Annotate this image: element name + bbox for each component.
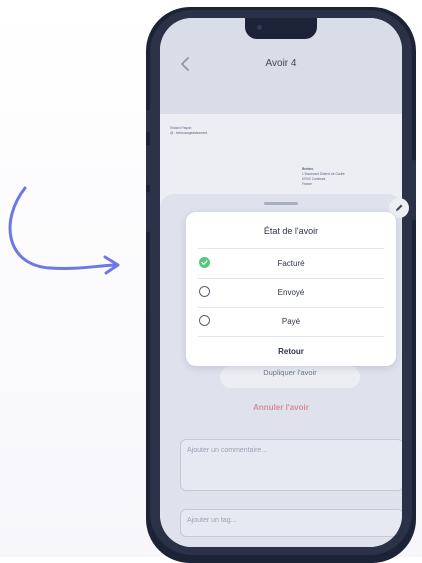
status-option-facture[interactable]: Facturé xyxy=(186,250,396,278)
divider xyxy=(198,248,384,249)
duplicate-button[interactable]: Dupliquer l'avoir xyxy=(220,366,360,388)
sender-line: Sindoni Paquin xyxy=(170,126,192,130)
tag-placeholder: Ajouter un tag... xyxy=(187,517,237,524)
cancel-credit-link[interactable]: Annuler l'avoir xyxy=(160,403,402,412)
back-button[interactable]: Retour xyxy=(186,347,396,356)
status-option-envoye[interactable]: Envoyé xyxy=(186,279,396,307)
option-label: Facturé xyxy=(277,259,305,268)
notch xyxy=(245,18,317,39)
comment-placeholder: Ajouter un commentaire... xyxy=(187,447,268,454)
recipient-line: France xyxy=(302,182,312,186)
phone-button xyxy=(412,160,416,220)
phone-button xyxy=(146,145,150,185)
recipient-line: 67000 Cambrais xyxy=(302,177,326,181)
modal-title: État de l'avoir xyxy=(263,226,319,236)
recipient-line: 1 Boulevard Diderot de Gaulle xyxy=(302,172,345,176)
option-label: Payé xyxy=(281,317,301,326)
tag-field[interactable]: Ajouter un tag... xyxy=(180,509,402,537)
status-modal: État de l'avoir Facturé Envoyé Payé Reto… xyxy=(186,212,396,366)
camera-dot xyxy=(257,25,262,30)
status-option-paye[interactable]: Payé xyxy=(186,308,396,336)
pencil-icon xyxy=(396,204,403,211)
comment-field[interactable]: Ajouter un commentaire... xyxy=(180,439,402,491)
divider xyxy=(198,336,384,337)
curved-arrow-icon xyxy=(8,186,120,275)
sender-line: @ : bebloucagedatesment xyxy=(170,131,208,135)
phone-button xyxy=(146,192,150,232)
page-title: Avoir 4 xyxy=(265,58,297,69)
phone-button xyxy=(146,110,150,132)
option-label: Envoyé xyxy=(277,288,305,297)
recipient-line: Bertaro xyxy=(302,167,314,171)
sheet-handle[interactable] xyxy=(264,202,298,205)
